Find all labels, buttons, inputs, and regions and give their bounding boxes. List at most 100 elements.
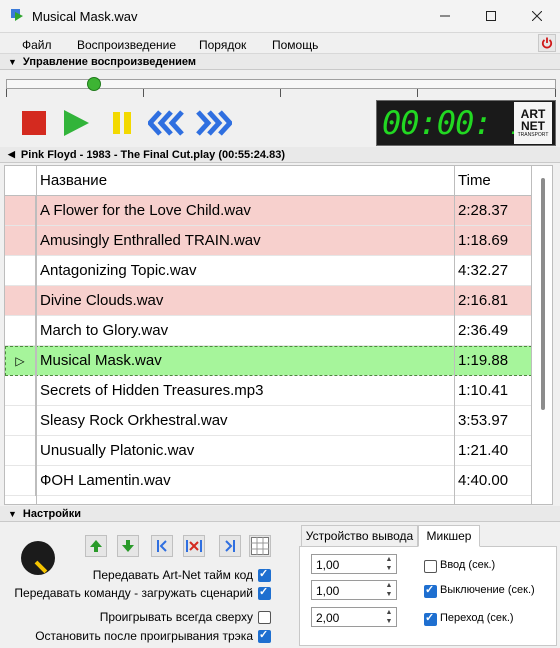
first-track-button[interactable]: [151, 535, 173, 557]
track-time: 2:16.81: [458, 292, 509, 309]
move-up-button[interactable]: [85, 535, 107, 557]
pause-icon: [113, 112, 131, 134]
last-track-button[interactable]: [219, 535, 241, 557]
volume-knob[interactable]: [21, 541, 55, 575]
playlist-row[interactable]: Sleasy Rock Orkhestral.wav 3:53.97: [5, 406, 532, 436]
skip-last-icon: [225, 540, 235, 552]
fade-in-checkbox[interactable]: [424, 560, 437, 573]
pause-button[interactable]: [106, 106, 138, 140]
close-icon: [532, 11, 542, 21]
row-indicator: [5, 436, 36, 466]
track-time: 4:32.27: [458, 262, 509, 279]
menu-playback[interactable]: Воспроизведение: [77, 38, 176, 52]
track-time: 4:40.00: [458, 472, 509, 489]
move-down-button[interactable]: [117, 535, 139, 557]
now-playing-marker: ▷: [5, 346, 36, 376]
fast-forward-button[interactable]: [194, 106, 232, 140]
track-name: Unusually Platonic.wav: [40, 442, 195, 459]
playlist-table[interactable]: Название Time A Flower for the Love Chil…: [4, 165, 553, 505]
playlist-row[interactable]: Divine Clouds.wav 2:16.81: [5, 286, 532, 316]
playback-section-header[interactable]: ▼ Управление воспроизведением: [0, 54, 560, 70]
seek-thumb[interactable]: [87, 77, 101, 91]
playlist-row[interactable]: A Flower for the Love Child.wav 2:28.37: [5, 196, 532, 226]
spin-down-icon[interactable]: ▼: [382, 590, 396, 599]
fade-in-value: 1,00: [316, 558, 340, 572]
option-play-from-top-checkbox[interactable]: [258, 611, 271, 624]
crossfade-spinner[interactable]: 2,00 ▲ ▼: [311, 607, 397, 627]
grid-icon: [251, 537, 269, 555]
option-artnet-timecode-checkbox[interactable]: [258, 567, 271, 582]
tab-output-device[interactable]: Устройство вывода: [301, 525, 418, 547]
app-icon: [11, 9, 23, 21]
playlist-section-header[interactable]: ◀ Pink Floyd - 1983 - The Final Cut.play…: [0, 147, 560, 163]
row-indicator: [5, 226, 36, 256]
playlist-row[interactable]: Amusingly Enthralled TRAIN.wav 1:18.69: [5, 226, 532, 256]
power-button[interactable]: [538, 34, 556, 52]
playlist-row[interactable]: Secrets of Hidden Treasures.mp3 1:10.41: [5, 376, 532, 406]
close-button[interactable]: [514, 0, 560, 32]
track-name: ФОН Lamentin.wav: [40, 472, 171, 489]
menu-order[interactable]: Порядок: [199, 38, 246, 52]
spin-up-icon[interactable]: ▲: [382, 608, 396, 617]
stop-button[interactable]: [18, 106, 50, 140]
tab-mixer[interactable]: Микшер: [418, 525, 480, 547]
option-artnet-timecode-label: Передавать Art-Net тайм код: [92, 568, 253, 582]
settings-section-header[interactable]: ▼ Настройки: [0, 506, 560, 522]
collapse-arrow-icon: ▼: [8, 56, 17, 67]
option-stop-after-track-label: Остановить после проигрывания трэка: [35, 629, 253, 643]
play-button[interactable]: [60, 106, 92, 140]
column-name-header[interactable]: Название: [40, 172, 107, 189]
track-name: Musical Mask.wav: [40, 352, 162, 369]
seek-ticks: [6, 89, 556, 97]
fade-in-label: Ввод (сек.): [440, 559, 496, 571]
remove-track-button[interactable]: [183, 535, 205, 557]
fade-out-spinner[interactable]: 1,00 ▲ ▼: [311, 580, 397, 600]
time-column-divider: [454, 166, 455, 504]
spin-up-icon[interactable]: ▲: [382, 581, 396, 590]
grid-view-button[interactable]: [249, 535, 271, 557]
logo-line2: NET: [521, 119, 545, 133]
row-indicator: [5, 466, 36, 496]
crossfade-checkbox[interactable]: [424, 611, 437, 626]
option-stop-after-track-checkbox[interactable]: [258, 628, 271, 643]
track-name: A Flower for the Love Child.wav: [40, 202, 251, 219]
fade-out-label: Выключение (сек.): [440, 584, 535, 596]
playlist-row[interactable]: ▷ Musical Mask.wav 1:19.88: [5, 346, 532, 376]
spin-down-icon[interactable]: ▼: [382, 564, 396, 573]
minimize-button[interactable]: [422, 0, 468, 32]
column-time-header[interactable]: Time: [458, 172, 491, 189]
row-indicator: [5, 316, 36, 346]
option-send-command-checkbox[interactable]: [258, 585, 271, 600]
artnet-logo: ART NET TRANSPORT: [514, 102, 552, 144]
option-play-from-top-label: Проигрывать всегда сверху: [99, 610, 253, 624]
spin-down-icon[interactable]: ▼: [382, 617, 396, 626]
track-name: March to Glory.wav: [40, 322, 169, 339]
menu-help[interactable]: Помощь: [272, 38, 318, 52]
crossfade-value: 2,00: [316, 611, 340, 625]
maximize-icon: [486, 11, 496, 21]
menu-bar: Файл Воспроизведение Порядок Помощь: [0, 32, 560, 54]
playlist-row[interactable]: March to Glory.wav 2:36.49: [5, 316, 532, 346]
menu-file[interactable]: Файл: [22, 38, 52, 52]
playlist-row[interactable]: Antagonizing Topic.wav 4:32.27: [5, 256, 532, 286]
playlist-row[interactable]: Unusually Platonic.wav 1:21.40: [5, 436, 532, 466]
fast-forward-icon: [196, 110, 232, 136]
playlist-row[interactable]: ФОН Lamentin.wav 4:40.00: [5, 466, 532, 496]
logo-sub: TRANSPORT: [517, 132, 549, 138]
playlist-title: Pink Floyd - 1983 - The Final Cut.play (…: [20, 148, 285, 161]
spin-up-icon[interactable]: ▲: [382, 555, 396, 564]
playlist-header-row: Название Time: [5, 166, 532, 196]
fade-out-checkbox[interactable]: [424, 583, 437, 598]
track-time: 2:36.49: [458, 322, 509, 339]
track-time: 2:28.37: [458, 202, 509, 219]
playlist-scrollbar-thumb[interactable]: [541, 178, 545, 410]
track-time: 1:18.69: [458, 232, 509, 249]
power-icon: [541, 37, 553, 49]
track-time: 3:53.97: [458, 412, 509, 429]
maximize-button[interactable]: [468, 0, 514, 32]
track-time: 1:21.40: [458, 442, 509, 459]
row-indicator: [5, 286, 36, 316]
arrow-down-icon: [122, 540, 134, 552]
rewind-button[interactable]: [148, 106, 186, 140]
fade-in-spinner[interactable]: 1,00 ▲ ▼: [311, 554, 397, 574]
